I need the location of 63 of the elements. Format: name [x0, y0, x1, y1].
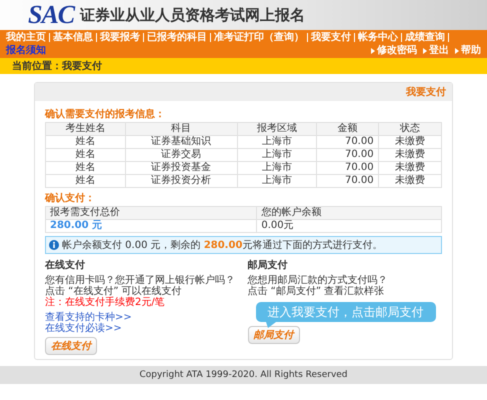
triangle-icon: [371, 48, 375, 54]
nav-link[interactable]: 报名须知: [6, 44, 46, 57]
table-cell: 未缴费: [378, 162, 442, 174]
triangle-icon: [455, 48, 459, 54]
table-cell: 70.00: [316, 162, 378, 174]
table-cell: 未缴费: [378, 148, 442, 162]
info-link[interactable]: 在线支付必读>>: [45, 323, 240, 334]
table-cell: 姓名: [46, 148, 126, 162]
nav-link[interactable]: 帐务中心: [358, 31, 398, 44]
section-heading: 确认支付：: [45, 192, 96, 205]
pay-button[interactable]: 在线支付: [45, 337, 97, 355]
nav-link[interactable]: 基本信息: [53, 31, 93, 44]
table-cell: 未缴费: [378, 136, 442, 148]
section-heading: 确认需要支付的报考信息：: [45, 108, 166, 121]
nav-link[interactable]: 成绩查询: [405, 31, 445, 44]
method-description: 您想用邮局汇款的方式支付吗？ 点击 “邮局支付” 查看汇款样张: [248, 275, 388, 297]
table-cell: 证券基础知识: [125, 136, 238, 148]
fee-note: 注：在线支付手续费2元/笔: [45, 297, 165, 308]
table-cell: 姓名: [46, 136, 126, 148]
table-cell: 0.00元: [256, 220, 442, 232]
table-cell: 上海市: [237, 162, 317, 174]
triangle-icon: [423, 48, 427, 54]
table-cell: 70.00: [316, 148, 378, 162]
column-header: 金额: [316, 122, 378, 136]
column-header: 考生姓名: [46, 122, 126, 136]
table-cell: 姓名: [46, 174, 126, 188]
method-description: 您有信用卡吗？您开通了网上银行帐户吗？ 点击 “在线支付” 可以在线支付: [45, 275, 235, 297]
user-link[interactable]: 帮助: [461, 44, 481, 57]
column-header: 报考需支付总价: [46, 206, 257, 220]
table-cell: 证券投资基金: [125, 162, 238, 174]
table-cell: 70.00: [316, 136, 378, 148]
column-header: 科目: [125, 122, 238, 136]
nav-link[interactable]: 我的主页: [6, 31, 46, 44]
breadcrumb: 当前位置：我要支付: [12, 61, 102, 72]
nav-link[interactable]: 准考证打印（查询）: [214, 31, 304, 44]
table-cell: 280.00 元: [46, 220, 257, 232]
table-cell: 上海市: [237, 136, 317, 148]
info-link[interactable]: 查看支持的卡种>>: [45, 312, 240, 323]
column-header: 您的帐户余额: [256, 206, 442, 220]
user-link[interactable]: 登出: [429, 44, 449, 57]
table-cell: 70.00: [316, 174, 378, 188]
table-cell: 姓名: [46, 162, 126, 174]
table-cell: 未缴费: [378, 174, 442, 188]
method-title: 在线支付: [45, 258, 85, 272]
pay-button[interactable]: 邮局支付: [248, 326, 300, 344]
method-title: 邮局支付: [248, 258, 288, 272]
user-link[interactable]: 修改密码: [377, 44, 417, 57]
table-cell: 上海市: [237, 174, 317, 188]
logo: SAC: [28, 0, 74, 30]
table-cell: 上海市: [237, 148, 317, 162]
nav-link[interactable]: 我要报考: [100, 31, 140, 44]
table-cell: 证券交易: [125, 148, 238, 162]
site-title: 证券业从业人员资格考试网上报名: [80, 6, 306, 24]
panel-title: 我要支付: [406, 86, 446, 99]
notice-text: 帐户余额支付 0.00 元，剩余的 280.00元将通过下面的方式进行支付。: [62, 238, 382, 252]
callout-pointer: [266, 322, 276, 328]
column-header: 报考区域: [237, 122, 317, 136]
column-header: 状态: [378, 122, 442, 136]
nav-link[interactable]: 我要支付: [311, 31, 351, 44]
copyright: Copyright ATA 1999-2020. All Rights Reserved: [139, 370, 348, 380]
info-icon: [49, 240, 59, 250]
table-cell: 证券投资分析: [125, 174, 238, 188]
nav-link[interactable]: 已报考的科目: [147, 31, 207, 44]
